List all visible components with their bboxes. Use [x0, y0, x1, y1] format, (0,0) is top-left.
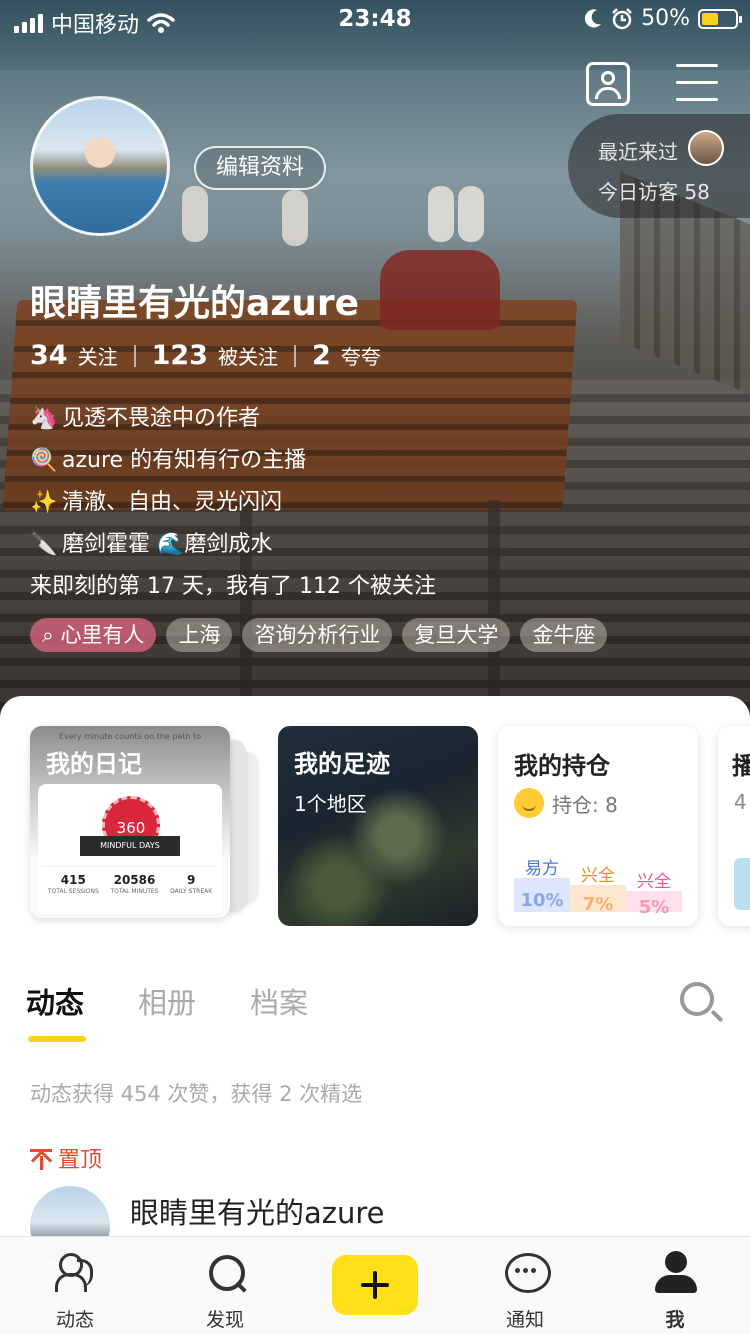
people-icon	[55, 1251, 95, 1295]
feature-cards: Every minute counts on the path to 我的日记 …	[0, 726, 750, 936]
nav-label: 通知	[505, 1309, 544, 1331]
tag-industry[interactable]: 咨询分析行业	[242, 618, 393, 652]
partial-card-sub: 4	[734, 790, 747, 814]
nav-notifications[interactable]: 通知	[475, 1237, 575, 1334]
bio-line: 🔪 磨剑霍霍 🌊磨剑成水	[30, 524, 436, 566]
tab-archive[interactable]: 档案	[250, 980, 308, 1022]
holding-card[interactable]: 我的持仓 持仓: 8 易方 10% 兴全 7% 兴全 5%	[498, 726, 698, 926]
status-bar: 中国移动 23:48 50%	[0, 0, 750, 40]
holding-bar-label: 兴全	[581, 866, 615, 886]
partial-card-title: 播	[732, 752, 750, 780]
nav-label: 我	[665, 1309, 685, 1331]
stat-streak: 9 DAILY STREAK	[170, 873, 213, 895]
sparkles-icon: ✨	[30, 490, 58, 515]
nav-label: 发现	[205, 1309, 244, 1331]
holding-subtitle: 持仓: 8	[514, 788, 618, 818]
bio-line: 🍭 azure 的有知有行の主播	[30, 440, 436, 482]
tag-relationship[interactable]: ⌕ 心里有人	[30, 618, 157, 652]
chat-bubble-icon	[505, 1251, 551, 1295]
avatar[interactable]	[30, 96, 170, 236]
divider	[133, 344, 136, 367]
holding-bar-value: 5%	[626, 891, 682, 918]
holding-bar-label: 兴全	[637, 872, 671, 892]
knife-icon: 🔪	[30, 532, 58, 557]
holding-bar-value: 7%	[570, 885, 626, 915]
content-tabs: 动态 相册 档案	[0, 980, 750, 1050]
bio-line: 🦄 见透不畏途中の作者	[30, 398, 436, 440]
profile-icon	[655, 1251, 697, 1295]
partial-card[interactable]: 播 4	[718, 726, 750, 926]
likes-summary: 动态获得 454 次赞，获得 2 次精选	[30, 1082, 363, 1106]
nav-label: 动态	[55, 1309, 94, 1331]
tag-location[interactable]: 上海	[166, 618, 233, 652]
edit-profile-button[interactable]: 编辑资料	[194, 146, 327, 190]
tab-album[interactable]: 相册	[138, 980, 196, 1022]
tag-school[interactable]: 复旦大学	[402, 618, 511, 652]
recent-visitors-label: 最近来过	[598, 140, 678, 164]
diary-caption: Every minute counts on the path to	[58, 732, 202, 741]
profile-tags: ⌕ 心里有人 上海 咨询分析行业 复旦大学 金牛座	[30, 618, 608, 652]
diary-stats: 415 TOTAL SESSIONS 20586 TOTAL MINUTES 9 DA…	[42, 866, 218, 896]
diary-title: 我的日记	[46, 750, 142, 778]
menu-icon[interactable]	[676, 64, 718, 102]
tab-activity[interactable]: 动态	[26, 980, 84, 1022]
bio-line: 来即刻的第 17 天，我有了 112 个被关注	[30, 574, 436, 599]
create-post-button[interactable]	[332, 1255, 418, 1315]
stat-sessions: 415 TOTAL SESSIONS	[47, 873, 99, 895]
holding-bar-value: 10%	[514, 878, 570, 912]
alarm-icon	[612, 7, 632, 29]
unicorn-icon: 🦄	[30, 406, 58, 431]
bio-line: ✨ 清澈、自由、灵光闪闪	[30, 482, 436, 524]
discover-search-icon	[205, 1251, 245, 1295]
holding-bar: 兴全 5%	[626, 867, 682, 918]
active-tab-indicator	[28, 1036, 86, 1042]
moon-icon	[585, 8, 602, 27]
lollipop-icon: 🍭	[30, 448, 58, 473]
nav-discover[interactable]: 发现	[175, 1237, 275, 1334]
footprint-title: 我的足迹	[294, 750, 390, 778]
stat-minutes: 20586 TOTAL MINUTES	[110, 873, 159, 895]
bio: 🦄 见透不畏途中の作者 🍭 azure 的有知有行の主播 ✨ 清澈、自由、灵光闪闪 🔪…	[30, 398, 436, 608]
battery-percent: 50%	[641, 6, 690, 31]
diary-preview: 360 MINDFUL DAYS 415 TOTAL SESSIONS 20586…	[38, 784, 222, 914]
kudos-label[interactable]: 夸夸	[341, 341, 381, 370]
smile-icon	[514, 788, 544, 818]
following-label[interactable]: 关注	[78, 341, 118, 370]
battery-icon	[698, 8, 742, 29]
today-visitors-label: 今日访客 58	[598, 180, 710, 204]
nav-me[interactable]: 我	[625, 1237, 725, 1334]
followers-label[interactable]: 被关注	[218, 341, 278, 370]
kudos-count[interactable]: 2	[312, 340, 331, 371]
search-icon[interactable]	[680, 982, 714, 1016]
pin-icon	[30, 1147, 52, 1170]
pinned-label: 置顶	[30, 1142, 102, 1174]
tag-zodiac[interactable]: 金牛座	[520, 618, 608, 652]
follow-stats: 34 关注 123 被关注 2 夸夸	[30, 340, 381, 371]
mindful-ribbon: MINDFUL DAYS	[80, 836, 180, 856]
holding-bar: 兴全 7%	[570, 861, 626, 915]
post-author[interactable]: 眼睛里有光的azure	[130, 1190, 385, 1232]
search-heart-icon: ⌕	[42, 623, 61, 647]
diary-card[interactable]: Every minute counts on the path to 我的日记 …	[30, 726, 230, 918]
holding-bar-label: 易方	[525, 859, 559, 879]
holding-bar: 易方 10%	[514, 854, 570, 912]
contact-card-icon[interactable]	[586, 62, 630, 106]
holding-title: 我的持仓	[514, 752, 610, 780]
following-count[interactable]: 34	[30, 340, 68, 371]
followers-count[interactable]: 123	[152, 340, 208, 371]
holding-bars: 易方 10% 兴全 7% 兴全 5%	[514, 830, 682, 918]
visitor-avatar	[688, 130, 724, 166]
nav-activity[interactable]: 动态	[25, 1237, 125, 1334]
partial-card-art	[734, 858, 750, 910]
username: 眼睛里有光的azure	[30, 283, 360, 324]
divider	[293, 344, 296, 367]
visitors-panel[interactable]: 最近来过 今日访客 58	[568, 114, 750, 218]
status-right: 50%	[583, 6, 742, 31]
footprint-subtitle: 1个地区	[294, 792, 367, 816]
footprint-card[interactable]: 我的足迹 1个地区	[278, 726, 478, 926]
bottom-nav: 动态 发现 通知 我	[0, 1236, 750, 1334]
